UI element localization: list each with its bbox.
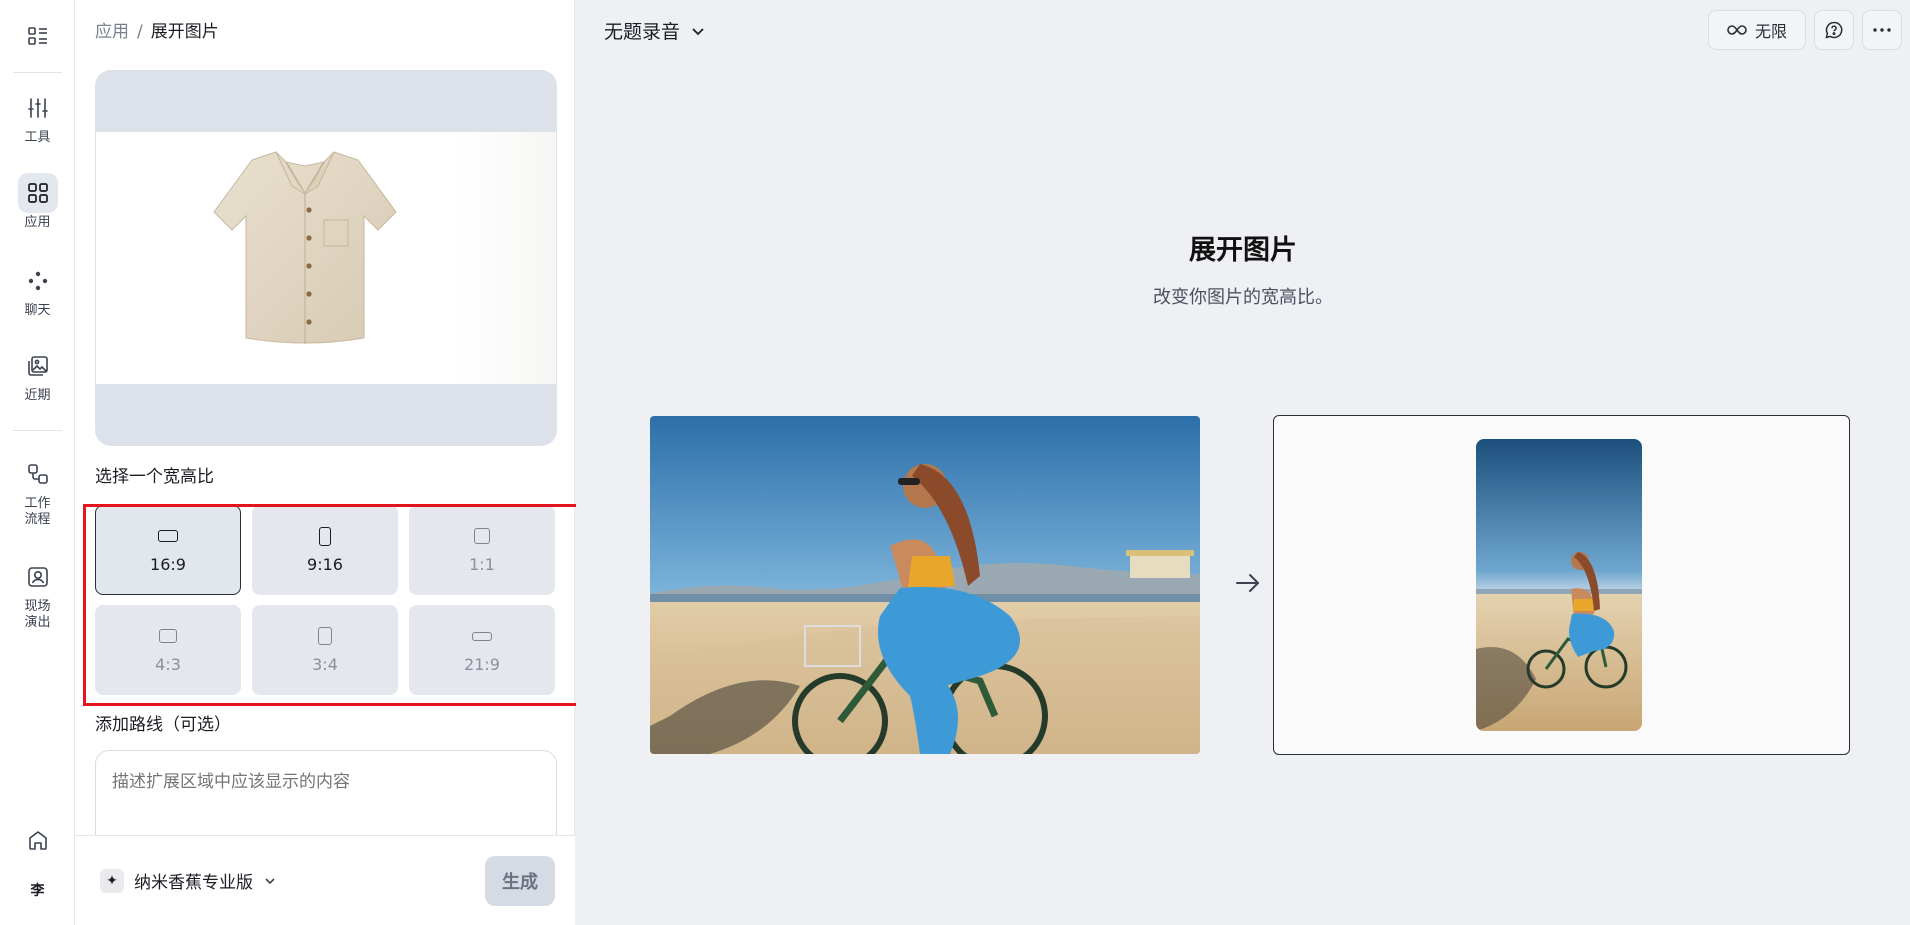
infinity-icon [1727,25,1747,35]
breadcrumb-separator: / [137,22,143,42]
sidebar-toggle[interactable] [0,0,75,72]
ratio-label: 9:16 [307,555,343,574]
breadcrumb-current: 展开图片 [150,22,219,42]
rail-label-apps: 应用 [24,215,51,230]
grid-icon [17,173,58,213]
portrait-ratio-icon [318,625,332,647]
rail-divider [13,430,62,431]
model-select[interactable]: ✦ 纳米香蕉专业版 [100,868,277,893]
ratio-label: 4:3 [155,655,181,674]
dots-cluster-icon [18,261,58,301]
breadcrumb: 应用 / 展开图片 [95,20,219,44]
rail-label-recent: 近期 [24,388,51,403]
more-options-button[interactable] [1862,10,1902,50]
page-subtitle: 改变你图片的宽高比。 [1153,287,1333,308]
preview-image [96,132,556,384]
landscape-ratio-icon [158,525,178,547]
portrait-ratio-icon [319,525,331,547]
image-gallery-icon [18,346,58,386]
ratio-4-3-button[interactable]: 4:3 [95,605,241,695]
person-frame-icon [18,557,58,597]
page-title: 展开图片 [1189,235,1297,266]
rail-label-workflow: 工作 流程 [24,496,51,527]
feedback-button[interactable] [1814,10,1854,50]
left-rail: 工具 应用 聊天 近期 工作 流程 现场 演出 李 [0,0,75,925]
ratio-1-1-button[interactable]: 1:1 [409,505,555,595]
ratio-9-16-button[interactable]: 9:16 [252,505,398,595]
panel-footer: ✦ 纳米香蕉专业版 生成 [75,835,575,925]
ratio-3-4-button[interactable]: 3:4 [252,605,398,695]
rail-item-apps[interactable]: 应用 [0,173,75,231]
breadcrumb-parent[interactable]: 应用 [95,20,129,44]
ratio-label: 1:1 [469,555,495,574]
shirt-image [213,151,397,344]
example-after-image [1476,439,1642,731]
rail-item-home[interactable] [0,820,75,860]
ratio-16-9-button[interactable]: 16:9 [95,505,241,595]
rail-item-live[interactable]: 现场 演出 [0,557,75,631]
ratio-label: 16:9 [150,555,186,574]
rail-item-tools[interactable]: 工具 [0,88,75,146]
top-actions: 无限 [1708,10,1902,50]
ratio-21-9-button[interactable]: 21:9 [409,605,555,695]
rail-divider [13,72,62,73]
chevron-down-icon [692,27,704,35]
rail-label-chat: 聊天 [24,303,51,318]
prompt-label: 添加路线（可选） [95,715,231,735]
sparkle-icon: ✦ [100,868,124,893]
aspect-ratio-label: 选择一个宽高比 [95,467,214,487]
app-panel: 应用 / 展开图片 选择一个宽高比 16:9 9:16 1:1 4:3 3:4 … [75,0,575,925]
session-title-dropdown[interactable]: 无题录音 [604,17,706,44]
home-icon [18,820,58,860]
example-after-frame [1273,415,1850,755]
image-preview[interactable] [95,70,557,446]
help-chat-icon [1825,21,1843,39]
arrow-right-icon [1236,574,1259,592]
square-ratio-icon [474,525,490,547]
more-horizontal-icon [1873,28,1891,32]
model-name: 纳米香蕉专业版 [134,873,253,893]
plan-button[interactable]: 无限 [1708,10,1806,50]
rail-item-chat[interactable]: 聊天 [0,261,75,319]
ratio-label: 21:9 [464,655,500,674]
rail-label-live: 现场 演出 [24,599,51,630]
landscape-ratio-icon [159,625,177,647]
generate-button[interactable]: 生成 [485,856,555,906]
rail-item-recent[interactable]: 近期 [0,346,75,404]
chevron-down-icon [265,877,275,884]
plan-label: 无限 [1754,22,1787,41]
workflow-icon [18,454,58,494]
rail-item-workflow[interactable]: 工作 流程 [0,454,75,528]
avatar[interactable]: 李 [0,880,75,900]
aspect-ratio-grid: 16:9 9:16 1:1 4:3 3:4 21:9 [95,505,557,695]
ratio-label: 3:4 [312,655,338,674]
session-title: 无题录音 [604,21,681,43]
example-before-image [650,416,1200,754]
main-area: 无题录音 无限 展开图片 改变你图片的宽高比。 [576,0,1910,925]
sliders-icon [18,88,58,128]
sidebar-toggle-icon [27,27,47,45]
ultrawide-ratio-icon [472,625,492,647]
rail-label-tools: 工具 [24,130,51,145]
